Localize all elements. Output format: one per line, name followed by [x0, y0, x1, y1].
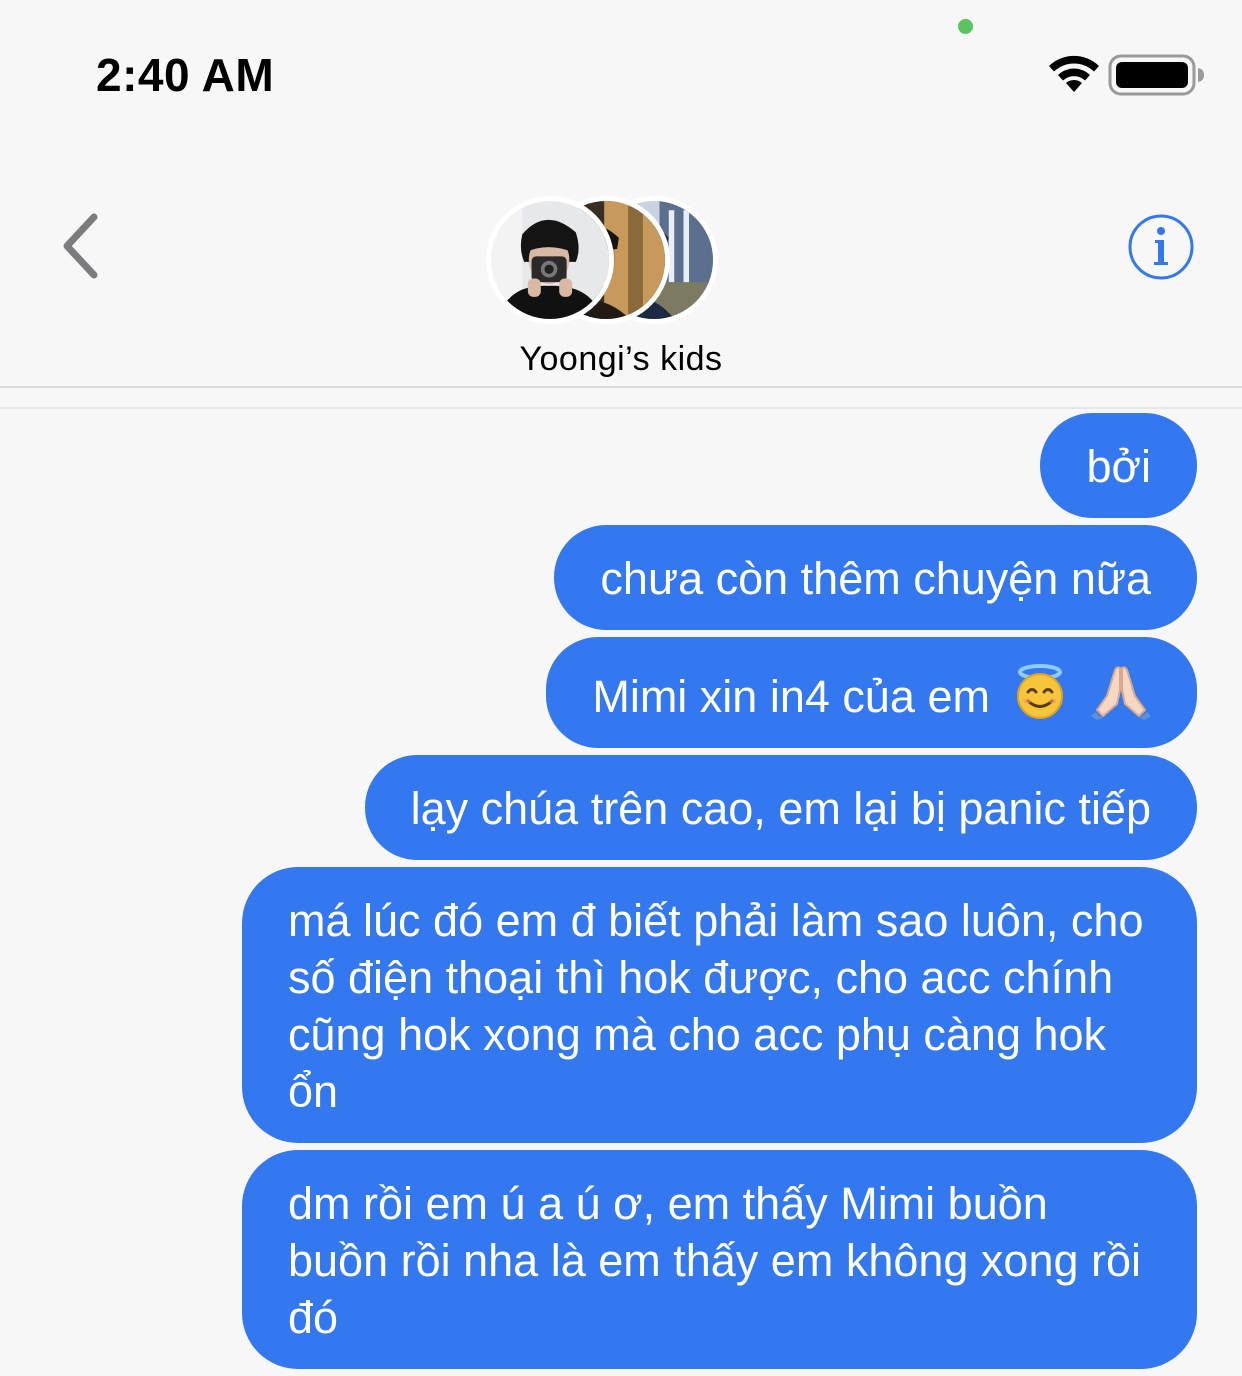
- message-text: Mimi xin in4 của em: [592, 671, 990, 722]
- header-divider: [0, 386, 1242, 388]
- message-bubble-sent[interactable]: lạy chúa trên cao, em lại bị panic tiếp: [364, 755, 1197, 860]
- message-bubble-sent[interactable]: bởi: [1040, 413, 1197, 518]
- back-button[interactable]: [52, 208, 108, 284]
- group-avatars[interactable]: [486, 196, 736, 330]
- status-time: 2:40 AM: [96, 49, 275, 101]
- info-button[interactable]: [1126, 212, 1196, 282]
- header-divider: [0, 407, 1242, 409]
- smiling-face-with-halo-emoji: [1017, 664, 1064, 719]
- message-text: bởi: [1086, 441, 1151, 492]
- message-text: chưa còn thêm chuyện nữa: [600, 553, 1151, 604]
- avatar: [486, 196, 614, 324]
- message-bubble-sent[interactable]: Mimi xin in4 của em: [546, 637, 1197, 748]
- message-text: lạy chúa trên cao, em lại bị panic tiếp: [410, 783, 1151, 834]
- message-bubble-sent[interactable]: dm rồi em ú a ú ơ, em thấy Mimi buồn buồ…: [242, 1150, 1197, 1369]
- message-list[interactable]: bởi chưa còn thêm chuyện nữa Mimi xin in…: [237, 413, 1197, 1376]
- chevron-left-icon: [63, 213, 98, 279]
- battery-icon: [1108, 54, 1204, 96]
- info-circle-icon: [1128, 214, 1194, 280]
- privacy-indicator-dot: [958, 19, 973, 34]
- conversation-title[interactable]: Yoongi’s kids: [0, 340, 1242, 379]
- message-text: dm rồi em ú a ú ơ, em thấy Mimi buồn buồ…: [288, 1178, 1142, 1343]
- folded-hands-emoji: [1091, 666, 1151, 720]
- message-bubble-sent[interactable]: má lúc đó em đ biết phải làm sao luôn, c…: [242, 867, 1197, 1143]
- message-bubble-sent[interactable]: chưa còn thêm chuyện nữa: [554, 525, 1197, 630]
- wifi-icon: [1049, 55, 1099, 92]
- message-text: má lúc đó em đ biết phải làm sao luôn, c…: [288, 895, 1144, 1117]
